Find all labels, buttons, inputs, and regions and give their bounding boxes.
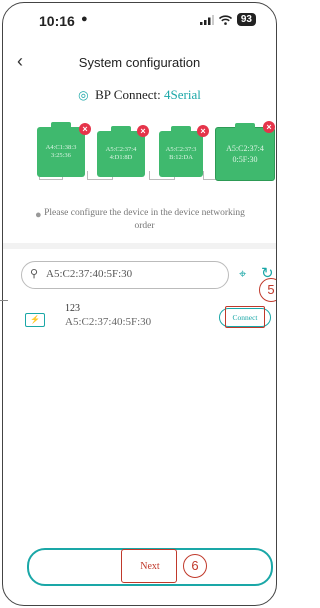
person-icon: ●: [81, 13, 88, 25]
search-input[interactable]: A5:C2:37:40:5F:30: [46, 268, 132, 280]
battery-card-1[interactable]: A4:C1:38:3 3:25:36: [37, 122, 85, 177]
battery-card-2[interactable]: A5:C2:37:4 4:D1:8D: [97, 126, 145, 177]
step-5-annotation: 5: [259, 278, 276, 302]
battery-device-icon: ⚡: [25, 313, 45, 327]
status-bar: 10:16 ● 93: [3, 3, 276, 37]
remove-battery-1-icon[interactable]: ×: [79, 123, 91, 135]
battery-level: 93: [236, 13, 256, 26]
bp-value: 4Serial: [164, 87, 201, 102]
hint-text: Please configure the device in the devic…: [44, 208, 245, 231]
signal-icon: ◎: [78, 88, 89, 102]
cellular-signal-icon: [199, 14, 214, 25]
section-divider: [3, 243, 276, 249]
search-field[interactable]: ⚲ A5:C2:37:40:5F:30: [21, 261, 229, 289]
connect-highlight: [225, 306, 265, 328]
step-6-annotation: 6: [183, 554, 207, 578]
scan-icon[interactable]: ⌖: [239, 266, 246, 282]
margin-marker: [0, 300, 8, 301]
battery-card-3[interactable]: A5:C2:37:3 B:12:DA: [159, 126, 203, 177]
remove-battery-2-icon[interactable]: ×: [137, 125, 149, 137]
wifi-icon: [218, 14, 232, 25]
status-icons: 93: [199, 13, 256, 26]
page-title: System configuration: [78, 55, 201, 70]
bp-label: BP Connect:: [95, 87, 161, 102]
remove-battery-4-icon[interactable]: ×: [263, 121, 275, 133]
search-icon: ⚲: [30, 268, 39, 280]
phone-frame: 10:16 ● 93 ‹ System configuration ◎ BP C…: [2, 2, 277, 606]
bp-connect-row: ◎ BP Connect: 4Serial: [3, 87, 276, 103]
status-time: 10:16: [39, 13, 75, 29]
nav-bar: ‹ System configuration: [3, 49, 276, 75]
device-mac: A5:C2:37:40:5F:30: [65, 316, 152, 328]
battery-card-4[interactable]: A5:C2:37:4 0:5F:30: [215, 123, 275, 181]
next-highlight: [121, 549, 177, 583]
device-name: 123: [65, 303, 80, 314]
remove-battery-3-icon[interactable]: ×: [197, 125, 209, 137]
